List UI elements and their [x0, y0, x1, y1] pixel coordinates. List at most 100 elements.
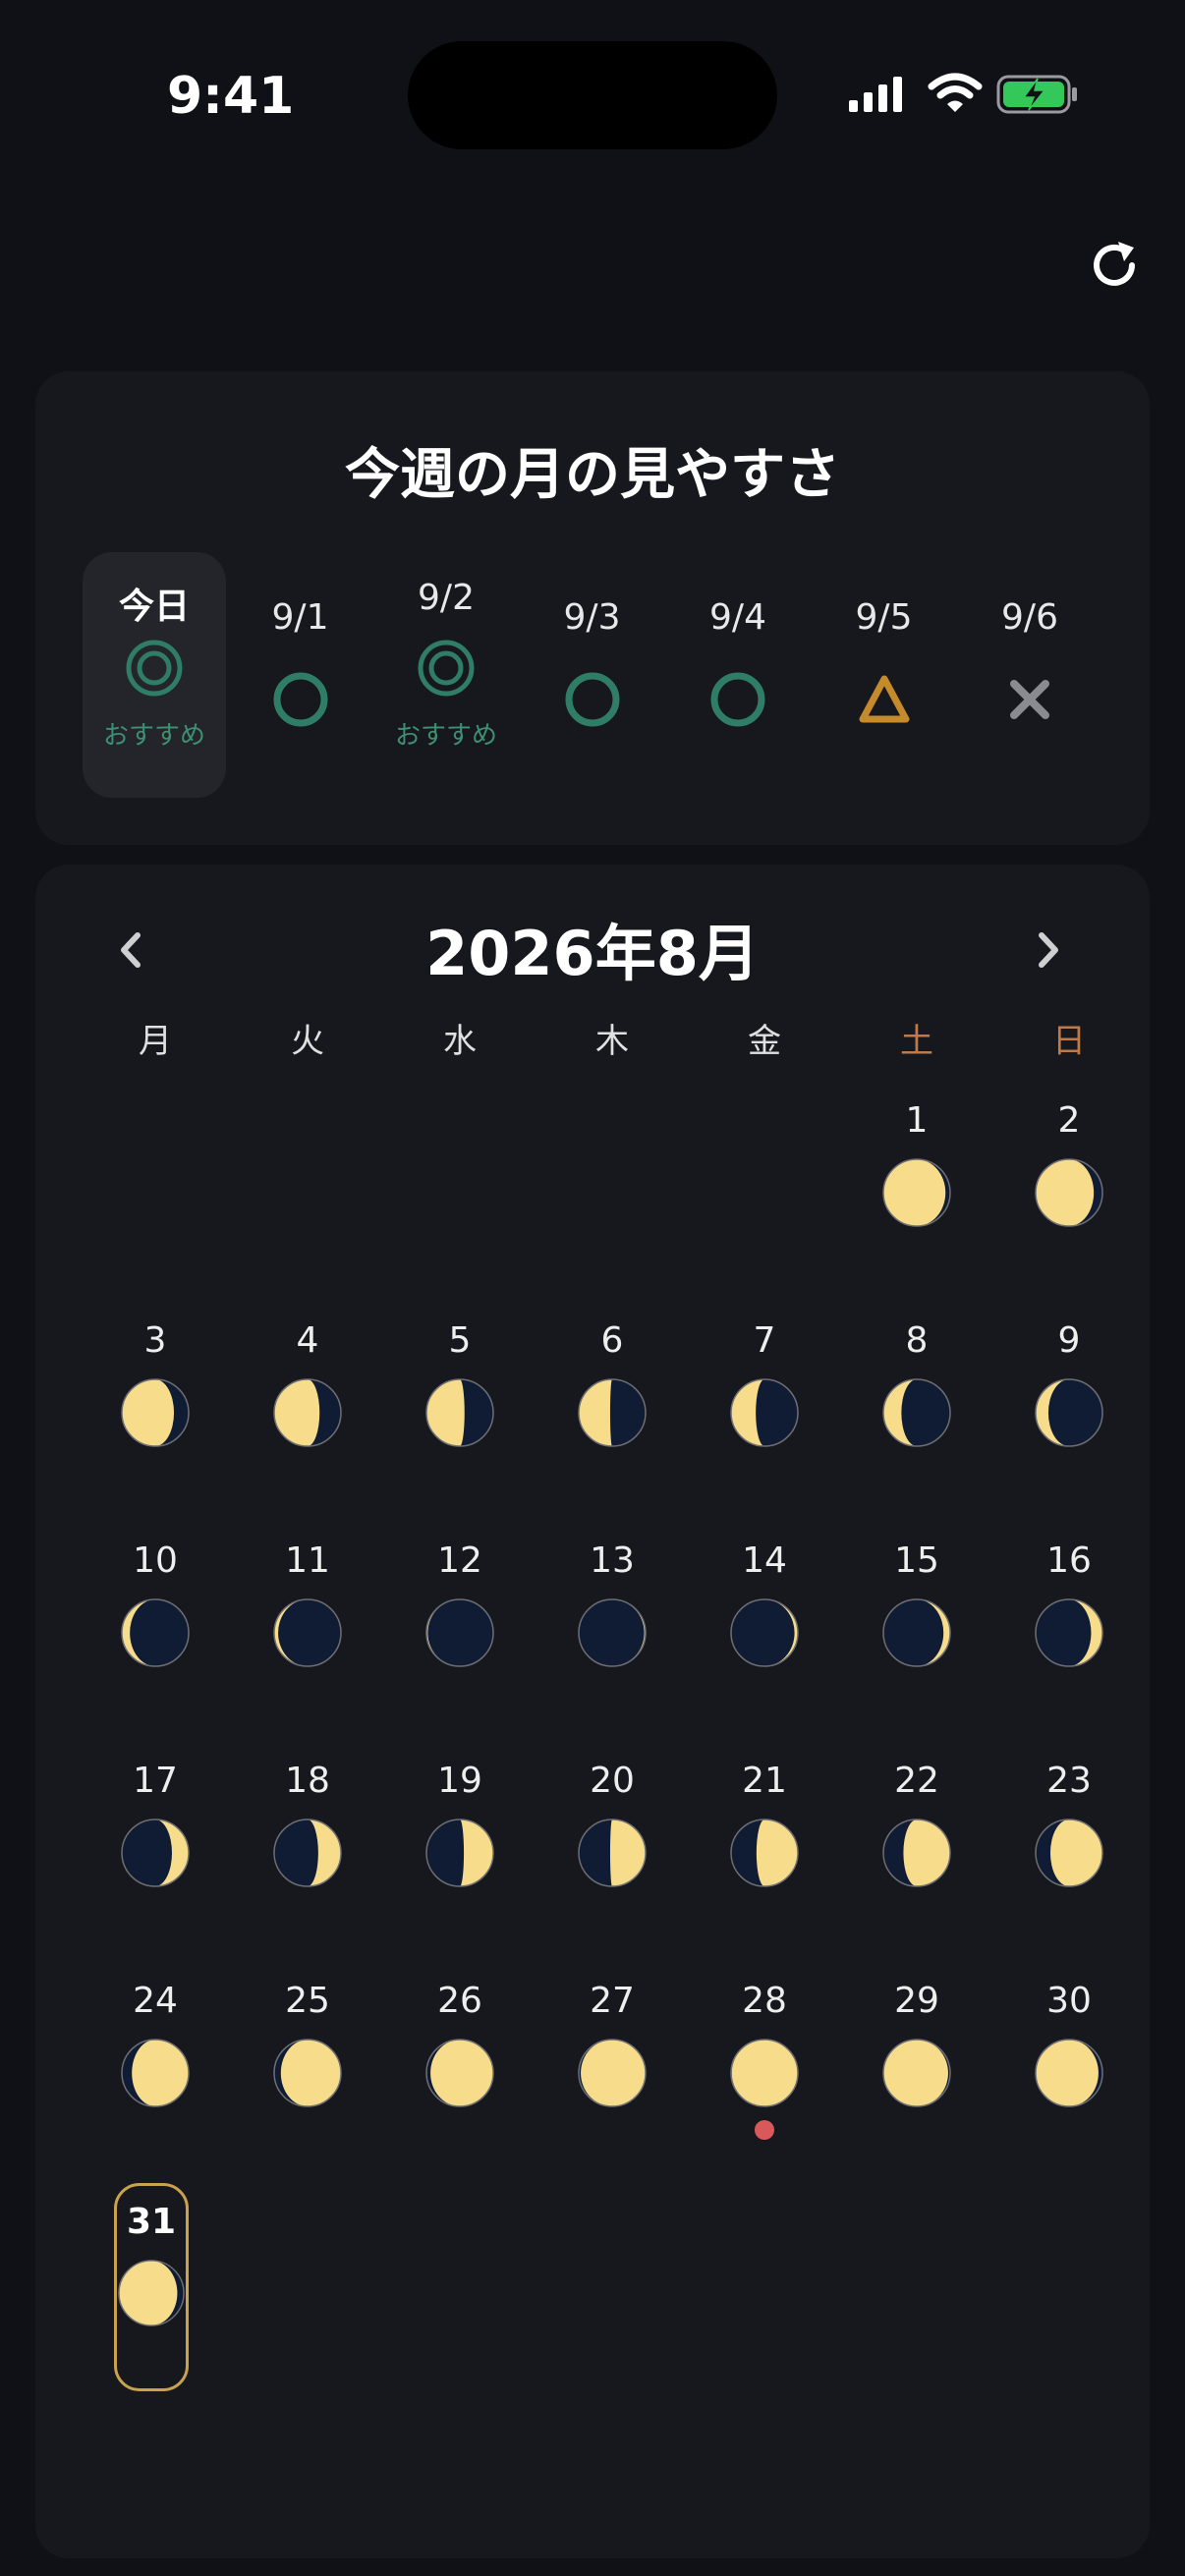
status-icons	[847, 71, 1083, 120]
calendar-day[interactable]: 22	[858, 1745, 976, 1941]
moon-phase-icon	[578, 1598, 647, 1667]
week-day[interactable]: 9/1	[229, 552, 372, 798]
calendar-day-number: 25	[285, 1981, 330, 2021]
calendar-day[interactable]: 29	[858, 1965, 976, 2161]
moon-phase-icon	[273, 1378, 342, 1447]
chevron-right-icon	[1039, 932, 1058, 968]
calendar-day-number: 11	[285, 1540, 330, 1581]
calendar-day[interactable]: 24	[96, 1965, 214, 2161]
calendar-day[interactable]: 8	[858, 1305, 976, 1501]
calendar-day[interactable]: 16	[1010, 1525, 1128, 1721]
moon-phase-icon	[882, 1819, 951, 1887]
refresh-icon	[1094, 242, 1135, 286]
week-day[interactable]: 9/6	[958, 552, 1101, 798]
calendar-day-number: 3	[143, 1320, 167, 1361]
moon-phase-icon	[1035, 1378, 1103, 1447]
moon-phase-icon	[882, 1598, 951, 1667]
calendar-day[interactable]: 27	[553, 1965, 671, 2161]
week-day[interactable]: 9/5	[813, 552, 956, 798]
moon-phase-icon	[578, 1819, 647, 1887]
calendar-day[interactable]: 28	[705, 1965, 823, 2161]
event-dot	[755, 2120, 774, 2140]
calendar-day[interactable]: 6	[553, 1305, 671, 1501]
calendar-day[interactable]: 4	[249, 1305, 367, 1501]
recommend-label: おすすめ	[102, 721, 205, 751]
week-day-label: 9/5	[855, 597, 913, 638]
calendar-day-number: 2	[1057, 1100, 1081, 1141]
calendar-day-number: 17	[133, 1761, 178, 1801]
calendar-day-number: 19	[437, 1761, 482, 1801]
calendar-day[interactable]: 25	[249, 1965, 367, 2161]
battery-charging-icon	[996, 75, 1077, 114]
refresh-button[interactable]	[1085, 236, 1144, 295]
moon-phase-icon	[578, 2039, 647, 2107]
calendar-day-number: 18	[285, 1761, 330, 1801]
calendar-day[interactable]: 20	[553, 1745, 671, 1941]
calendar-day[interactable]: 15	[858, 1525, 976, 1721]
calendar-day[interactable]: 26	[401, 1965, 519, 2161]
calendar-day[interactable]: 1	[858, 1085, 976, 1281]
calendar-day-number: 30	[1046, 1981, 1092, 2021]
moon-phase-icon	[1035, 1819, 1103, 1887]
week-day[interactable]: 9/3	[521, 552, 664, 798]
week-day-label: 9/3	[563, 597, 621, 638]
moon-phase-icon	[425, 2039, 494, 2107]
calendar-day[interactable]: 17	[96, 1745, 214, 1941]
moon-calendar-card: 2026年8月 月火水木金土日 1 2 3 4 5 6 7 8 9 10 11 …	[35, 865, 1150, 2558]
moon-phase-icon	[273, 1819, 342, 1887]
calendar-day-number: 15	[894, 1540, 939, 1581]
week-day-label: 今日	[118, 587, 190, 627]
calendar-day[interactable]: 9	[1010, 1305, 1128, 1501]
calendar-day-selected[interactable]: 31	[114, 2183, 189, 2391]
week-day-today[interactable]: 今日 おすすめ	[83, 552, 226, 798]
calendar-day-number: 28	[742, 1981, 787, 2021]
calendar-day-number: 12	[437, 1540, 482, 1581]
moon-phase-icon	[273, 1598, 342, 1667]
week-day-label: 9/4	[709, 597, 766, 638]
calendar-day[interactable]: 21	[705, 1745, 823, 1941]
week-day[interactable]: 9/4	[666, 552, 810, 798]
calendar-day-number: 29	[894, 1981, 939, 2021]
weekday-header: 水	[443, 1022, 477, 1061]
moon-phase-icon	[425, 1819, 494, 1887]
calendar-day[interactable]: 30	[1010, 1965, 1128, 2161]
next-month-button[interactable]	[1020, 916, 1079, 984]
moon-phase-icon	[730, 1598, 799, 1667]
calendar-day-number: 8	[905, 1320, 929, 1361]
calendar-day[interactable]: 23	[1010, 1745, 1128, 1941]
calendar-day[interactable]: 12	[401, 1525, 519, 1721]
moon-phase-icon	[730, 2039, 799, 2107]
calendar-day[interactable]: 5	[401, 1305, 519, 1501]
calendar-day-number: 16	[1046, 1540, 1092, 1581]
calendar-day[interactable]: 2	[1010, 1085, 1128, 1281]
calendar-day[interactable]: 14	[705, 1525, 823, 1721]
moon-phase-icon	[118, 2260, 185, 2326]
calendar-day[interactable]: 13	[553, 1525, 671, 1721]
calendar-day[interactable]: 11	[249, 1525, 367, 1721]
calendar-day-number: 7	[753, 1320, 776, 1361]
moon-phase-icon	[121, 1819, 190, 1887]
moon-phase-icon	[121, 2039, 190, 2107]
calendar-day[interactable]: 3	[96, 1305, 214, 1501]
weekday-header: 金	[748, 1022, 781, 1061]
moon-phase-icon	[882, 2039, 951, 2107]
calendar-day[interactable]: 7	[705, 1305, 823, 1501]
moon-phase-icon	[730, 1819, 799, 1887]
wifi-icon	[928, 73, 983, 112]
moon-phase-icon	[578, 1378, 647, 1447]
moon-phase-icon	[425, 1598, 494, 1667]
calendar-day[interactable]: 18	[249, 1745, 367, 1941]
moon-phase-icon	[730, 1378, 799, 1447]
calendar-day[interactable]: 10	[96, 1525, 214, 1721]
week-day[interactable]: 9/2 おすすめ	[374, 552, 518, 798]
weekday-header: 土	[900, 1022, 933, 1061]
calendar-day[interactable]: 19	[401, 1745, 519, 1941]
calendar-day-number: 6	[600, 1320, 624, 1361]
week-day-label: 9/2	[418, 578, 475, 618]
calendar-day-number: 1	[905, 1100, 929, 1141]
weekday-header: 日	[1052, 1022, 1086, 1061]
calendar-day-number: 21	[742, 1761, 787, 1801]
weekday-header: 月	[139, 1022, 172, 1061]
calendar-day-number: 13	[590, 1540, 635, 1581]
circle-icon	[565, 672, 619, 727]
